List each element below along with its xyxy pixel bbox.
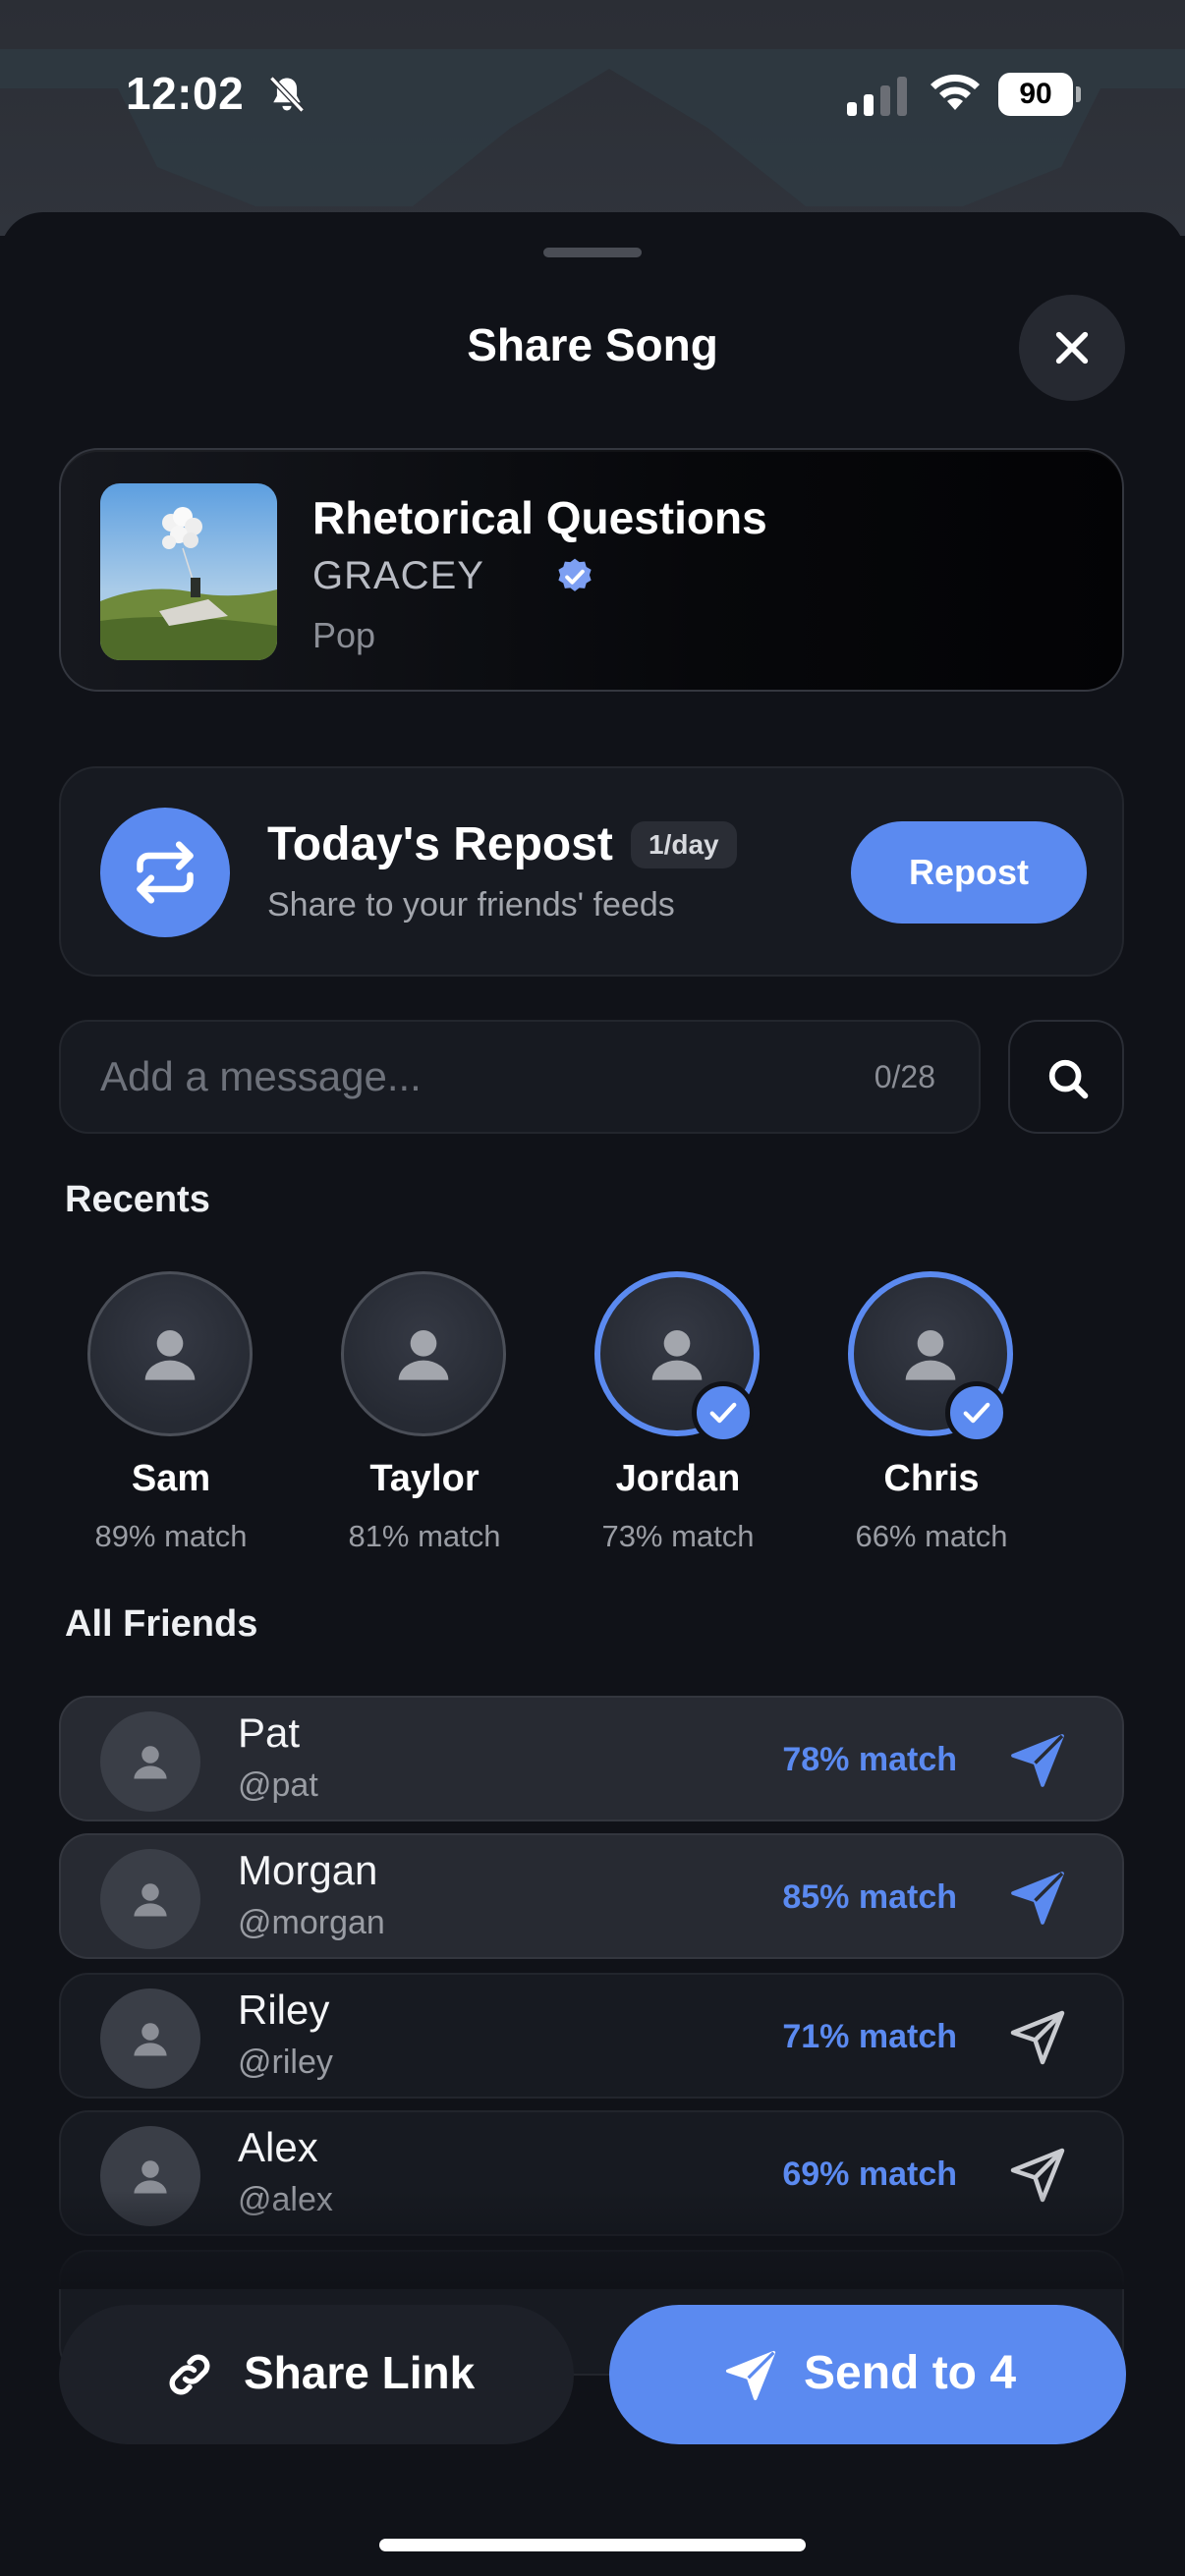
list-fade	[0, 2191, 1185, 2289]
send-icon	[725, 2350, 776, 2401]
close-icon	[1055, 331, 1089, 364]
recent-friend[interactable]: Chris 66% match	[814, 1271, 1049, 1556]
message-input[interactable]	[100, 1022, 788, 1132]
person-icon	[134, 1883, 167, 1917]
friend-handle: @morgan	[238, 1904, 385, 1941]
send-button[interactable]: Send to 4	[609, 2305, 1126, 2444]
repost-limit-badge: 1/day	[631, 821, 737, 868]
friend-match: 71% match	[782, 2018, 957, 2055]
share-link-label: Share Link	[244, 2347, 476, 2398]
friend-match: 85% match	[782, 1878, 957, 1916]
recents-label: Recents	[65, 1179, 210, 1220]
share-link-button[interactable]: Share Link	[59, 2305, 574, 2444]
recent-name: Jordan	[615, 1458, 741, 1499]
person-icon	[144, 1330, 196, 1380]
send-icon[interactable]	[1008, 1869, 1067, 1928]
friend-match: 78% match	[782, 1741, 957, 1778]
song-card: Rhetorical Questions GRACEY Pop	[59, 448, 1124, 692]
avatar	[341, 1271, 506, 1436]
list-item[interactable]: Riley @riley 71% match	[59, 1973, 1124, 2099]
signal-icon	[847, 77, 907, 116]
recent-match: 73% match	[601, 1519, 755, 1553]
recent-friend[interactable]: Sam 89% match	[53, 1271, 289, 1556]
friend-name: Pat	[238, 1709, 301, 1756]
send-label: Send to 4	[804, 2347, 1017, 2399]
selected-check	[692, 1381, 755, 1444]
send-icon[interactable]	[1008, 1731, 1067, 1790]
repost-icon	[137, 841, 194, 904]
recent-friend[interactable]: Taylor 81% match	[307, 1271, 542, 1556]
link-icon	[169, 2354, 210, 2395]
album-art	[100, 483, 277, 660]
sheet-title: Share Song	[467, 319, 718, 370]
avatar	[100, 1849, 200, 1949]
recent-match: 89% match	[94, 1519, 248, 1553]
repost-icon-badge	[100, 808, 230, 937]
check-icon	[963, 1402, 990, 1424]
verified-icon	[558, 558, 592, 591]
friend-name: Riley	[238, 1987, 330, 2033]
friend-name: Alex	[238, 2124, 318, 2170]
repost-button[interactable]: Repost	[851, 821, 1087, 924]
person-icon	[651, 1330, 703, 1380]
person-icon	[398, 1330, 449, 1380]
person-icon	[134, 2023, 167, 2056]
send-icon[interactable]	[1008, 2008, 1067, 2067]
recent-match: 66% match	[855, 1519, 1008, 1553]
message-field[interactable]: 0/28	[59, 1020, 981, 1134]
close-button[interactable]	[1019, 295, 1125, 401]
recent-name: Chris	[883, 1458, 980, 1499]
repost-title: Today's Repost	[267, 818, 613, 870]
avatar	[87, 1271, 253, 1436]
friend-match: 69% match	[782, 2156, 957, 2193]
status-time: 12:02	[126, 68, 245, 119]
recent-name: Taylor	[369, 1458, 480, 1499]
person-icon	[134, 1746, 167, 1779]
recent-match: 81% match	[348, 1519, 501, 1553]
avatar	[100, 1988, 200, 2089]
home-indicator[interactable]	[379, 2539, 806, 2551]
selected-check	[945, 1381, 1008, 1444]
bell-slash-icon	[269, 76, 305, 113]
repost-card: Today's Repost 1/day Share to your frien…	[59, 766, 1124, 977]
search-icon	[1048, 1059, 1089, 1099]
recent-friend[interactable]: Jordan 73% match	[560, 1271, 796, 1556]
song-artist[interactable]: GRACEY	[312, 554, 484, 598]
song-title: Rhetorical Questions	[312, 492, 767, 543]
battery-level: 90	[998, 73, 1073, 116]
battery-icon: 90	[998, 73, 1081, 116]
person-icon	[905, 1330, 956, 1380]
recent-name: Sam	[131, 1458, 211, 1499]
list-item[interactable]: Morgan @morgan 85% match	[59, 1833, 1124, 1959]
friend-name: Morgan	[238, 1847, 378, 1893]
song-genre: Pop	[312, 615, 376, 655]
status-bar: 12:02 90	[0, 0, 1185, 196]
friend-handle: @riley	[238, 2044, 333, 2081]
message-counter: 0/28	[874, 1059, 935, 1094]
check-icon	[709, 1402, 737, 1424]
search-button[interactable]	[1008, 1020, 1124, 1134]
sheet-grabber[interactable]	[543, 248, 642, 257]
list-item[interactable]: Pat @pat 78% match	[59, 1696, 1124, 1821]
all-friends-label: All Friends	[65, 1603, 258, 1645]
friend-handle: @pat	[238, 1766, 318, 1804]
avatar	[100, 1711, 200, 1812]
wifi-icon	[931, 74, 980, 110]
repost-subtitle: Share to your friends' feeds	[267, 886, 675, 924]
